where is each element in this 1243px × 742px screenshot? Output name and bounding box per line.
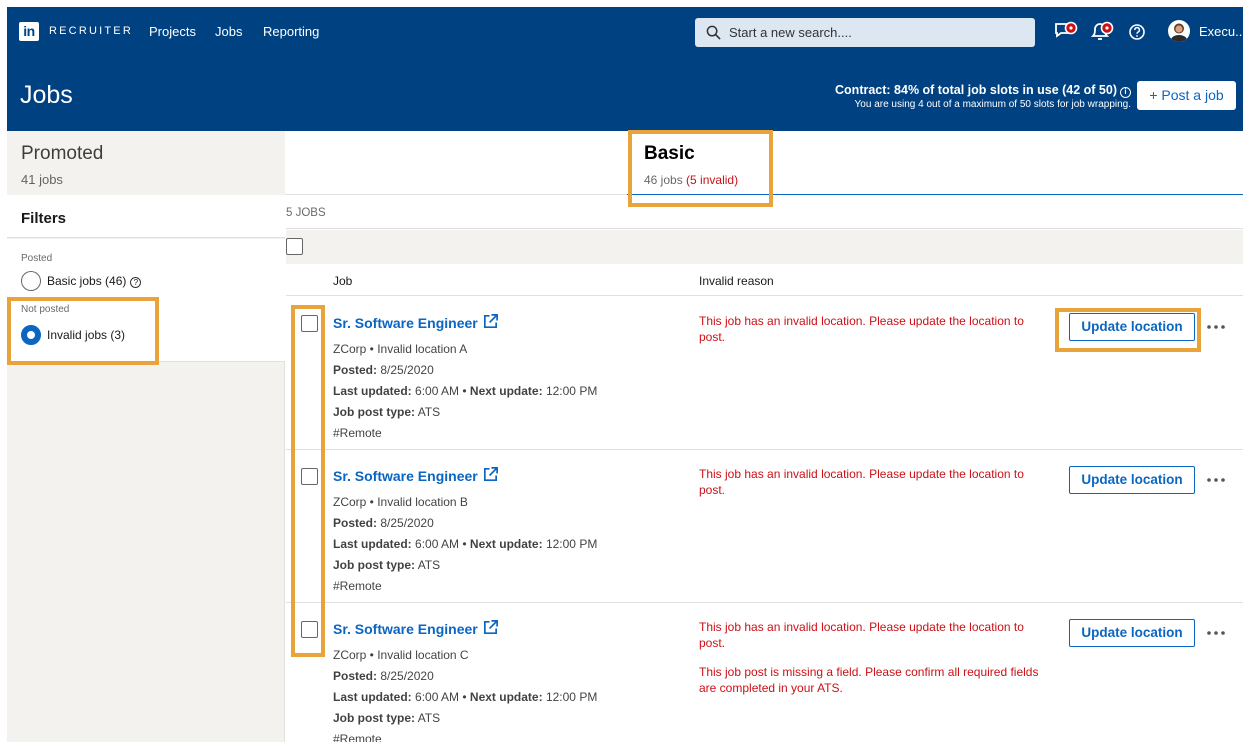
job-post-type: Job post type: ATS [333, 711, 441, 725]
filters-sidebar: Filters Posted Basic jobs (46)? Not post… [7, 195, 285, 742]
contract-wrapping-text: You are using 4 out of a maximum of 50 s… [854, 99, 1131, 110]
job-post-type: Job post type: ATS [333, 558, 441, 572]
column-header-invalid-reason: Invalid reason [699, 274, 774, 288]
jobs-count-bar: 5 JOBS [286, 195, 1243, 229]
tab-basic[interactable]: Basic 46 jobs (5 invalid) [627, 131, 1243, 197]
job-post-type: Job post type: ATS [333, 405, 441, 419]
job-posted-date: Posted: 8/25/2020 [333, 669, 434, 683]
tab-basic-title: Basic [644, 143, 695, 164]
job-posted-date: Posted: 8/25/2020 [333, 363, 434, 377]
question-mark-icon[interactable]: ? [130, 277, 142, 288]
linkedin-logo-icon[interactable]: in [19, 22, 39, 41]
update-location-button[interactable]: Update location [1069, 313, 1195, 341]
update-location-button[interactable]: Update location [1069, 619, 1195, 647]
job-row-checkbox[interactable] [301, 621, 318, 638]
radio-invalid-jobs[interactable] [21, 325, 41, 345]
brand-label: RECRUITER [49, 25, 133, 37]
job-row: Sr. Software Engineer ZCorp • Invalid lo… [286, 297, 1243, 450]
invalid-reason-text: This job has an invalid location. Please… [699, 314, 1024, 344]
nav-link-reporting[interactable]: Reporting [263, 23, 319, 40]
more-options-icon[interactable] [1206, 472, 1226, 488]
invalid-reason-text: This job post is missing a field. Please… [699, 665, 1039, 695]
search-input[interactable] [729, 18, 1029, 47]
notifications-icon[interactable] [1090, 21, 1114, 43]
job-update-times: Last updated: 6:00 AM • Next update: 12:… [333, 537, 598, 551]
invalid-reason-text: This job has an invalid location. Please… [699, 620, 1024, 650]
posted-label: Posted [21, 253, 53, 264]
job-posted-date: Posted: 8/25/2020 [333, 516, 434, 530]
column-header-job: Job [333, 274, 353, 288]
user-name[interactable]: Execu.. [1199, 23, 1242, 40]
job-title-link[interactable]: Sr. Software Engineer [333, 467, 478, 485]
global-nav: in RECRUITER Projects Jobs Reporting Sta… [7, 7, 1243, 57]
help-icon[interactable] [1127, 21, 1147, 43]
filters-header: Filters [7, 195, 285, 238]
job-row: Sr. Software Engineer ZCorp • Invalid lo… [286, 603, 1243, 742]
post-job-button[interactable]: + Post a job [1137, 81, 1236, 110]
job-update-times: Last updated: 6:00 AM • Next update: 12:… [333, 690, 598, 704]
search-icon [706, 25, 721, 40]
job-update-times: Last updated: 6:00 AM • Next update: 12:… [333, 384, 598, 398]
job-company-location: ZCorp • Invalid location B [333, 495, 468, 509]
invalid-jobs-label: Invalid jobs (3) [47, 328, 126, 342]
external-link-icon[interactable] [482, 466, 499, 483]
jobs-count: 5 JOBS [286, 207, 326, 219]
tab-basic-count: 46 jobs (5 invalid) [644, 172, 738, 188]
nav-link-jobs[interactable]: Jobs [215, 23, 242, 40]
contract-usage-text: Contract: 84% of total job slots in use … [835, 83, 1117, 97]
external-link-icon[interactable] [482, 619, 499, 636]
invalid-reason-text: This job has an invalid location. Please… [699, 467, 1024, 497]
page-title: Jobs [20, 81, 73, 109]
top-header: in RECRUITER Projects Jobs Reporting Sta… [7, 7, 1243, 131]
avatar[interactable] [1168, 20, 1190, 42]
filters-title: Filters [21, 210, 67, 227]
basic-jobs-label: Basic jobs (46) [47, 274, 127, 288]
job-title-link[interactable]: Sr. Software Engineer [333, 620, 478, 638]
job-tag: #Remote [333, 732, 382, 742]
radio-basic-jobs[interactable] [21, 271, 41, 291]
info-icon[interactable]: i [1120, 87, 1131, 98]
job-title-link[interactable]: Sr. Software Engineer [333, 314, 478, 332]
job-row-checkbox[interactable] [301, 315, 318, 332]
tab-basic-invalid-count: (5 invalid) [686, 173, 739, 187]
contract-summary: Contract: 84% of total job slots in use … [835, 83, 1131, 111]
job-row: Sr. Software Engineer ZCorp • Invalid lo… [286, 450, 1243, 603]
not-posted-label: Not posted [21, 304, 70, 315]
job-company-location: ZCorp • Invalid location C [333, 648, 469, 662]
global-search[interactable] [695, 18, 1035, 47]
posted-filter-group: Posted Basic jobs (46)? Not posted Inval… [7, 239, 285, 362]
tab-basic-jobs-count: 46 jobs [644, 173, 683, 187]
select-all-checkbox[interactable] [286, 238, 303, 255]
table-header: Job Invalid reason [286, 264, 1243, 296]
avatar-person-icon [1171, 23, 1187, 42]
bulk-select-bar [286, 230, 1243, 264]
job-tag: #Remote [333, 426, 382, 440]
messages-icon[interactable] [1054, 21, 1078, 43]
job-row-checkbox[interactable] [301, 468, 318, 485]
tab-promoted-count: 41 jobs [21, 172, 63, 187]
tab-promoted-title: Promoted [21, 143, 104, 164]
external-link-icon[interactable] [482, 313, 499, 330]
more-options-icon[interactable] [1206, 625, 1226, 641]
more-options-icon[interactable] [1206, 319, 1226, 335]
nav-link-projects[interactable]: Projects [149, 23, 196, 40]
jobs-list: 5 JOBS Job Invalid reason Sr. Software E… [286, 195, 1243, 742]
tab-promoted[interactable]: Promoted 41 jobs [7, 131, 285, 195]
job-company-location: ZCorp • Invalid location A [333, 342, 468, 356]
update-location-button[interactable]: Update location [1069, 466, 1195, 494]
job-tag: #Remote [333, 579, 382, 593]
job-type-tabs: Promoted 41 jobs Basic 46 jobs (5 invali… [7, 131, 1243, 197]
